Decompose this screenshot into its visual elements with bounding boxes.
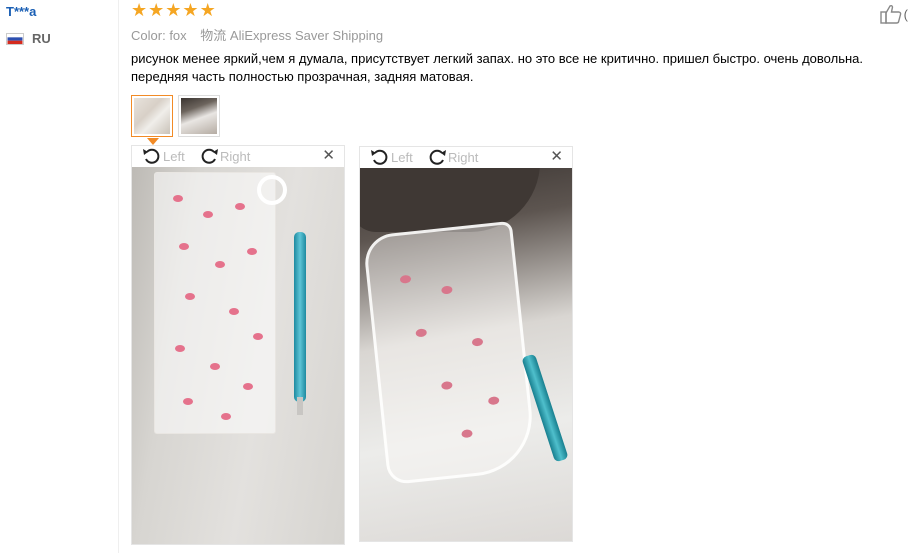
thumbs-up-icon <box>879 4 901 24</box>
review-thumbnails <box>131 95 220 145</box>
rotate-right-button[interactable]: Right <box>427 148 478 166</box>
review-thumbnail[interactable] <box>178 95 220 137</box>
russia-flag-icon <box>6 32 24 45</box>
helpful-count: ( <box>903 6 908 22</box>
shipping-value: AliExpress Saver Shipping <box>229 28 384 43</box>
pencil-pouch-image <box>154 172 287 434</box>
star-rating: ★ ★ ★ ★ ★ <box>131 1 216 19</box>
star-icon: ★ <box>148 0 165 20</box>
pencil-image <box>294 232 306 402</box>
review-text: рисунок менее яркий,чем я думала, присут… <box>131 51 863 84</box>
pencil-pouch-image <box>362 220 538 486</box>
rotate-right-label: Right <box>220 148 251 164</box>
column-divider <box>118 0 119 553</box>
shipping-label: 物流 <box>200 28 227 43</box>
hand-image <box>360 168 540 232</box>
close-icon[interactable]: ✕ <box>322 148 335 164</box>
color-label: Color: <box>131 28 166 43</box>
viewer-toolbar: Left Right ✕ <box>360 147 572 168</box>
rotate-left-label: Left <box>391 149 413 165</box>
rotate-right-icon <box>201 148 218 164</box>
reviewer-country: RU <box>6 31 51 46</box>
star-icon: ★ <box>165 0 182 20</box>
star-icon: ★ <box>182 0 199 20</box>
rotate-right-button[interactable]: Right <box>199 147 250 165</box>
rotate-left-button[interactable]: Left <box>370 148 413 166</box>
review-meta: Color: fox 物流 AliExpress Saver Shipping <box>131 25 383 44</box>
close-icon[interactable]: ✕ <box>550 149 563 165</box>
reviewer-name[interactable]: T***a <box>6 4 36 19</box>
review-photo <box>360 168 572 541</box>
thumbnail-image <box>181 98 217 134</box>
zipper-ring <box>257 175 287 205</box>
active-thumbnail-caret <box>147 138 159 145</box>
star-icon: ★ <box>199 0 216 20</box>
rotate-left-label: Left <box>163 148 185 164</box>
star-icon: ★ <box>131 0 148 20</box>
pencil-tip <box>297 397 303 415</box>
rotate-right-label: Right <box>448 149 479 165</box>
rotate-left-icon <box>143 148 160 164</box>
color-value: fox <box>169 28 187 43</box>
viewer-toolbar: Left Right ✕ <box>132 146 344 167</box>
country-code: RU <box>32 31 51 46</box>
image-viewer: Left Right ✕ <box>131 145 345 545</box>
image-viewer: Left Right ✕ <box>359 146 573 542</box>
rotate-right-icon <box>429 149 446 165</box>
review-photo <box>132 167 344 544</box>
thumbnail-image <box>134 98 170 134</box>
reviewer-info: T***a RU <box>0 0 118 553</box>
helpful-button[interactable]: ( <box>879 4 908 24</box>
rotate-left-icon <box>371 149 388 165</box>
rotate-left-button[interactable]: Left <box>142 147 185 165</box>
review-thumbnail[interactable] <box>131 95 173 145</box>
